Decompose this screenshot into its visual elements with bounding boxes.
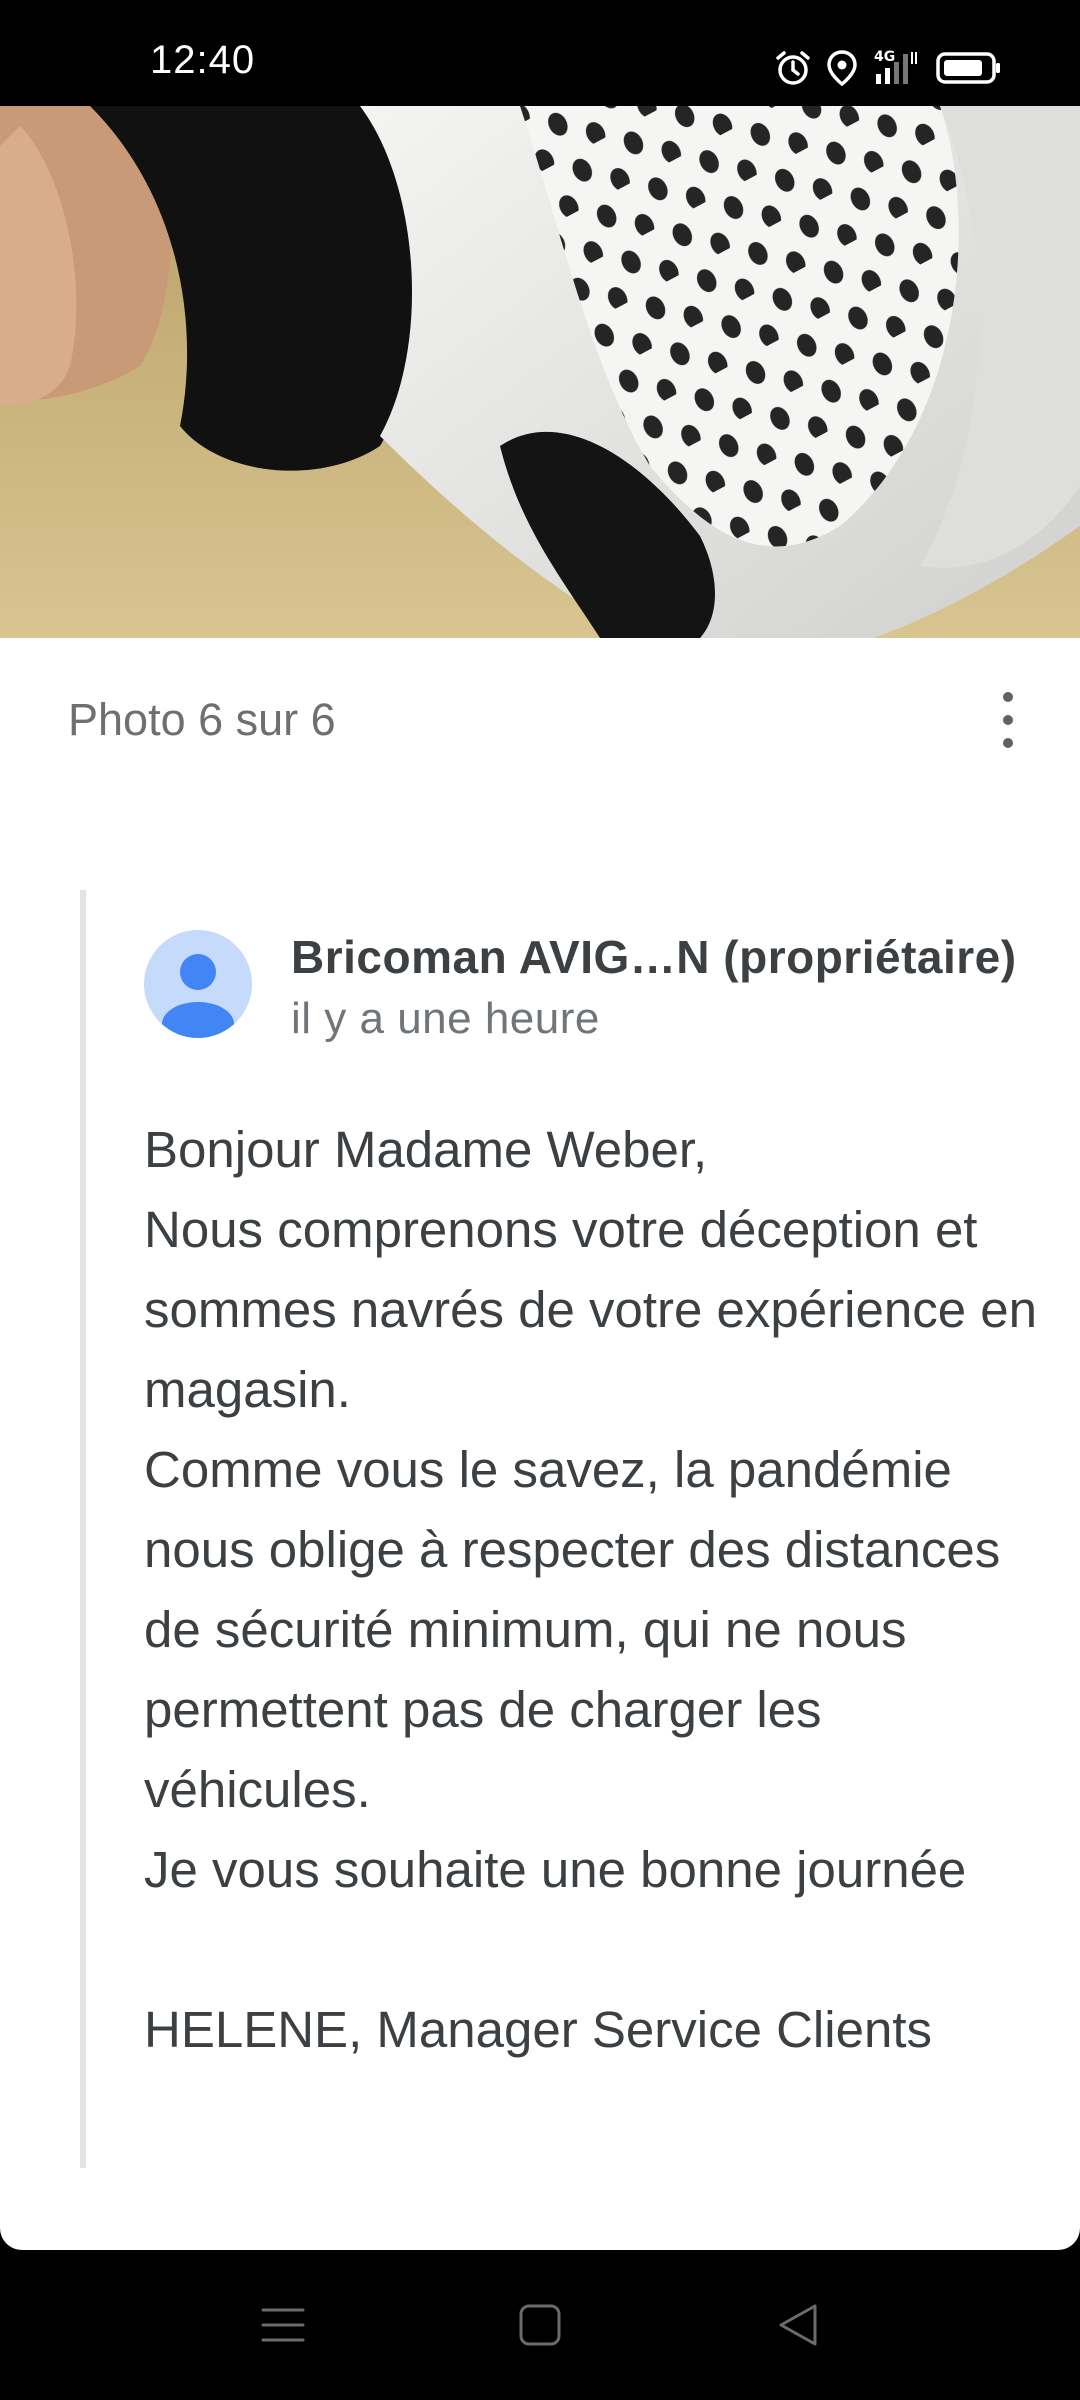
menu-icon[interactable] (253, 2295, 313, 2355)
photo-details-card: Photo 6 sur 6 Bricoman AVIG…N (propriéta… (0, 638, 1080, 2250)
person-avatar-icon[interactable] (144, 930, 252, 1038)
status-bar: 12:40 4G (0, 0, 1080, 106)
location-icon (826, 49, 858, 87)
back-icon[interactable] (768, 2295, 828, 2355)
battery-icon (936, 51, 1002, 85)
signal-4g-icon: 4G (872, 48, 922, 88)
more-vert-icon[interactable] (988, 692, 1028, 748)
svg-text:4G: 4G (874, 49, 895, 65)
navigation-bar (0, 2250, 1080, 2400)
review-photo[interactable] (0, 106, 1080, 638)
owner-reply: Bricoman AVIG…N (propriétaire) il y a un… (80, 890, 1046, 2168)
alarm-icon (774, 49, 812, 87)
owner-name[interactable]: Bricoman AVIG…N (propriétaire) (291, 930, 1017, 984)
reply-text: Bonjour Madame Weber, Nous comprenons vo… (144, 1121, 1037, 2058)
photo-counter: Photo 6 sur 6 (68, 694, 336, 745)
status-time: 12:40 (150, 38, 256, 82)
status-icons: 4G (774, 46, 1002, 90)
home-icon[interactable] (510, 2295, 570, 2355)
reply-time: il y a une heure (291, 994, 600, 1043)
